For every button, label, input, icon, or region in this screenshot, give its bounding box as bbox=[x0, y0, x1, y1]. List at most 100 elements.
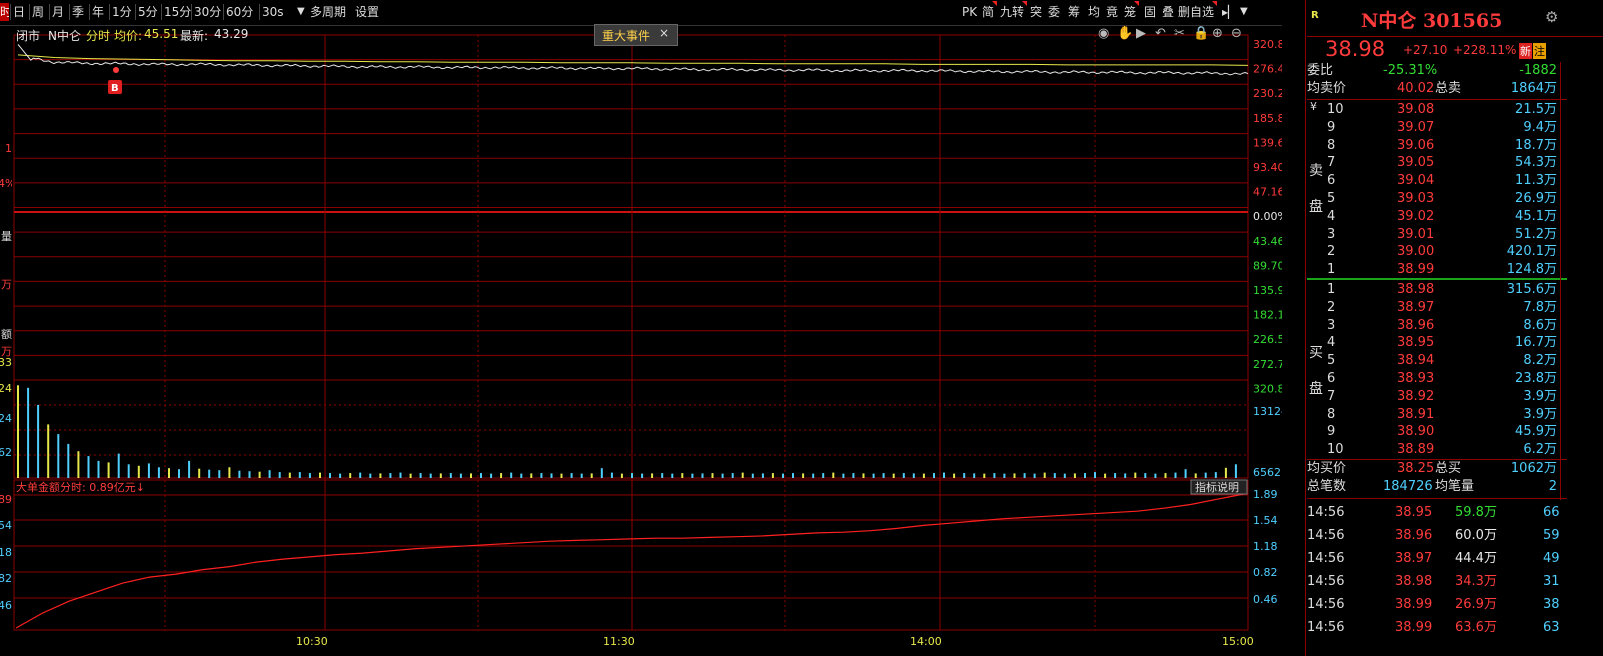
volume-bar bbox=[1184, 469, 1187, 478]
multi-period-button[interactable]: 多周期 bbox=[310, 3, 346, 21]
market-status: 闭市 bbox=[16, 29, 41, 43]
tool-9[interactable]: 固 bbox=[1144, 3, 1156, 21]
hand-icon[interactable]: ✋ bbox=[1117, 26, 1133, 41]
volume-bar bbox=[168, 468, 170, 478]
left-edge-label: 量 bbox=[1, 230, 12, 243]
bid-volume: 3.9万 bbox=[1523, 406, 1557, 422]
time-axis-label: 10:30 bbox=[296, 635, 328, 648]
ask-level: 8 bbox=[1327, 137, 1336, 153]
avg-sell-value: 40.02 bbox=[1397, 81, 1435, 96]
ask-volume: 21.5万 bbox=[1515, 102, 1557, 117]
zoom-out-icon[interactable]: ⊖ bbox=[1231, 26, 1242, 41]
volume-bar bbox=[973, 473, 976, 478]
volume-bar bbox=[369, 473, 372, 478]
volume-bar bbox=[882, 473, 885, 478]
play-icon[interactable]: ▶ bbox=[1136, 26, 1146, 41]
volume-bar bbox=[470, 473, 472, 478]
volume-bar bbox=[359, 472, 362, 478]
undo-icon[interactable]: ↶ bbox=[1155, 26, 1166, 41]
weibi-label: 委比 bbox=[1307, 63, 1334, 78]
volume-bar bbox=[933, 473, 935, 478]
period-tab-3[interactable]: 月 bbox=[52, 3, 64, 21]
ask-level: 5 bbox=[1327, 191, 1336, 206]
gear-icon[interactable]: ⚙ bbox=[1545, 8, 1558, 26]
close-icon[interactable]: × bbox=[659, 26, 669, 40]
volume-bar bbox=[97, 460, 100, 478]
price-axis-label: 230.25% bbox=[1253, 87, 1282, 100]
chevron-down-icon[interactable]: ▼ bbox=[297, 3, 305, 21]
volume-bar bbox=[1154, 473, 1157, 478]
bid-row: 7 38.92 3.9万 bbox=[1307, 388, 1567, 406]
tool-2[interactable]: 九转 bbox=[1000, 1, 1028, 21]
volume-bar bbox=[1073, 473, 1076, 478]
period-tab-9[interactable]: 30分 bbox=[194, 3, 221, 21]
period-tab-7[interactable]: 5分 bbox=[138, 3, 158, 21]
spread-divider bbox=[1307, 278, 1567, 280]
trades-value: 184726 bbox=[1383, 479, 1433, 494]
tool-5[interactable]: 筹 bbox=[1068, 3, 1080, 21]
settings-button[interactable]: 设置 bbox=[355, 3, 379, 21]
tool-0[interactable]: PK bbox=[962, 3, 977, 21]
tick-row: 14:56 38.96 60.0万 59 bbox=[1307, 525, 1567, 547]
volume-bar bbox=[1023, 473, 1026, 478]
volume-bar bbox=[872, 473, 875, 478]
quote-panel: R N中仑 301565 ⚙ 38.98 +27.10 +228.11% 新 注… bbox=[1305, 0, 1603, 656]
buy-point-dot bbox=[113, 67, 119, 73]
price-axis-label: 320.88% bbox=[1253, 382, 1282, 395]
tool-4[interactable]: 委 bbox=[1048, 3, 1060, 21]
ask-price: 39.08 bbox=[1397, 102, 1435, 117]
tool-1[interactable]: 简 bbox=[982, 1, 998, 21]
ask-level: 3 bbox=[1327, 226, 1336, 242]
volume-bar bbox=[641, 473, 644, 478]
tick-count: 49 bbox=[1543, 551, 1560, 566]
eye-icon[interactable]: ◉ bbox=[1098, 26, 1109, 41]
tool-10[interactable]: 叠 bbox=[1162, 3, 1174, 21]
tool-7[interactable]: 竟 bbox=[1106, 3, 1118, 21]
period-tab-4[interactable]: 季 bbox=[72, 3, 84, 21]
scissors-icon[interactable]: ✂ bbox=[1174, 26, 1185, 41]
collapse-icon[interactable]: ▸▏ bbox=[1222, 3, 1237, 21]
event-tab[interactable]: 重大事件 × bbox=[594, 24, 678, 46]
period-tab-10[interactable]: 60分 bbox=[226, 3, 253, 21]
lock-icon[interactable]: 🔒 bbox=[1193, 26, 1209, 41]
volume-bar bbox=[268, 470, 271, 478]
chart-area[interactable]: 320.88% 276.49% 230.25% 185.87% 139.63% 93.40… bbox=[0, 0, 1282, 656]
left-edge-cut-labels: 14%量万额万332424628954188246 bbox=[0, 0, 14, 656]
volume-bar bbox=[902, 473, 905, 478]
latest-price-value: 43.29 bbox=[214, 27, 249, 41]
total-sell-label: 总卖 bbox=[1435, 81, 1462, 96]
volume-bar bbox=[1214, 472, 1217, 478]
tool-8[interactable]: 笼 bbox=[1124, 1, 1140, 21]
avg-sell-row: 均卖价 40.02 总卖 1864万 bbox=[1307, 80, 1567, 98]
ask-price: 39.04 bbox=[1397, 173, 1435, 189]
bid-level: 1 bbox=[1327, 282, 1336, 297]
ask-volume: 9.4万 bbox=[1523, 119, 1557, 135]
tool-6[interactable]: 均 bbox=[1088, 3, 1100, 21]
tool-3[interactable]: 突 bbox=[1030, 3, 1042, 21]
period-tab-5[interactable]: 年 bbox=[92, 3, 104, 21]
weibi-row: 委比 -25.31% -1882 bbox=[1307, 62, 1567, 80]
volume-bar bbox=[1043, 472, 1046, 478]
period-tab-2[interactable]: 周 bbox=[32, 3, 44, 21]
volume-bar bbox=[308, 473, 311, 478]
bigorder-title: 大单金额分时: 0.89亿元↓ bbox=[16, 480, 145, 494]
volume-bar bbox=[248, 471, 251, 478]
volume-bar bbox=[701, 473, 704, 478]
bid-level: 5 bbox=[1327, 353, 1336, 369]
tool-11[interactable]: 删自选 bbox=[1178, 1, 1218, 21]
period-tab-11[interactable]: 30s bbox=[262, 3, 284, 21]
zoom-in-icon[interactable]: ⊕ bbox=[1212, 26, 1223, 41]
badge-r: R bbox=[1311, 10, 1319, 21]
chevron-down-icon[interactable]: ▼ bbox=[1240, 3, 1248, 21]
period-tab-8[interactable]: 15分 bbox=[164, 3, 191, 21]
period-tab-1[interactable]: 日 bbox=[13, 3, 25, 21]
avg-buy-row: 均买价 38.25 总买 1062万 bbox=[1307, 460, 1567, 478]
ask-level: 1 bbox=[1327, 262, 1336, 278]
avg-buy-value: 38.25 bbox=[1397, 461, 1435, 476]
tag-new: 新 bbox=[1519, 43, 1532, 59]
volume-bar bbox=[610, 472, 613, 478]
volume-bar bbox=[339, 473, 342, 478]
bid-volume: 7.8万 bbox=[1523, 299, 1557, 315]
volume-bar bbox=[922, 473, 925, 478]
period-tab-6[interactable]: 1分 bbox=[112, 3, 132, 21]
